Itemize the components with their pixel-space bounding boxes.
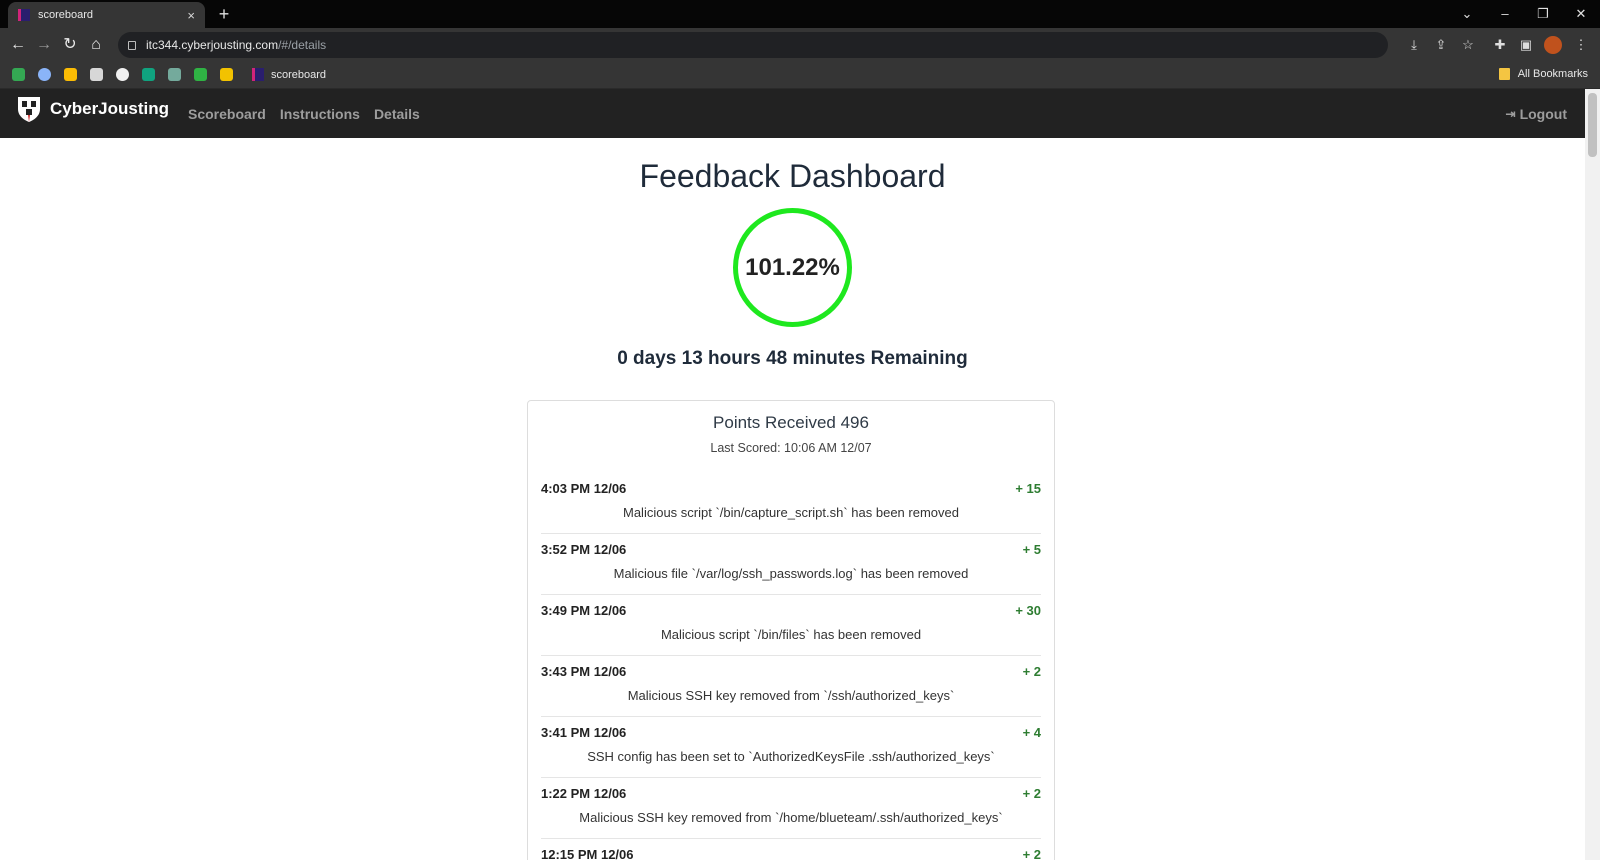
logout-label: Logout [1519, 105, 1567, 122]
tab-title: scoreboard [38, 9, 94, 21]
url-host: itc344.cyberjousting.com [146, 38, 279, 52]
bookmark-icon[interactable] [142, 68, 155, 81]
scoreboard-bookmark-icon [252, 68, 264, 81]
entry-time: 12:15 PM 12/06 [541, 847, 634, 860]
score-percent: 101.22% [745, 253, 840, 281]
sign-out-icon: ⇥ [1505, 106, 1516, 121]
score-entry: 3:49 PM 12/06 + 30 Malicious script `/bi… [541, 595, 1041, 656]
drive-bookmark-icon[interactable] [12, 68, 25, 81]
forward-icon[interactable]: → [34, 35, 54, 55]
score-entry: 3:52 PM 12/06 + 5 Malicious file `/var/l… [541, 534, 1041, 595]
entry-message: Malicious SSH key removed from `/home/bl… [579, 810, 1003, 825]
restore-button[interactable]: ❐ [1524, 0, 1562, 28]
score-entries: 4:03 PM 12/06 + 15 Malicious script `/bi… [528, 473, 1054, 860]
all-bookmarks-label: All Bookmarks [1517, 68, 1588, 80]
score-entry: 3:41 PM 12/06 + 4 SSH config has been se… [541, 717, 1041, 778]
bookmark-star-icon[interactable]: ☆ [1459, 36, 1477, 54]
address-bar-row: ← → ↻ ⌂ itc344.cyberjousting.com /#/deta… [0, 28, 1600, 62]
entry-points: + 15 [1015, 481, 1041, 496]
score-entry: 12:15 PM 12/06 + 2 [541, 839, 1041, 860]
tab-close-icon[interactable]: × [187, 8, 195, 23]
new-tab-button[interactable]: + [213, 4, 235, 24]
score-ring: 101.22% [733, 208, 852, 327]
home-icon[interactable]: ⌂ [86, 35, 106, 55]
bookmark-icon[interactable] [194, 68, 207, 81]
entry-message: Malicious script `/bin/capture_script.sh… [623, 505, 959, 520]
scrollbar-thumb[interactable] [1588, 93, 1597, 157]
points-panel: Points Received 496 Last Scored: 10:06 A… [527, 400, 1055, 860]
score-entry: 3:43 PM 12/06 + 2 Malicious SSH key remo… [541, 656, 1041, 717]
keep-bookmark-icon[interactable] [64, 68, 77, 81]
scoreboard-bookmark[interactable]: scoreboard [271, 69, 326, 81]
entry-points: + 2 [1022, 664, 1041, 679]
entry-time: 3:43 PM 12/06 [541, 664, 627, 679]
entry-time: 1:22 PM 12/06 [541, 786, 627, 801]
bookmark-icon[interactable] [38, 68, 51, 81]
entry-time: 3:52 PM 12/06 [541, 542, 627, 557]
score-entry: 1:22 PM 12/06 + 2 Malicious SSH key remo… [541, 778, 1041, 839]
all-bookmarks-button[interactable]: All Bookmarks [1498, 68, 1588, 80]
entry-time: 4:03 PM 12/06 [541, 481, 627, 496]
browser-tab[interactable]: scoreboard × [8, 2, 205, 28]
entry-points: + 5 [1022, 542, 1041, 557]
url-field[interactable]: itc344.cyberjousting.com /#/details [118, 32, 1388, 58]
window-controls: ⌄ – ❐ ✕ [1448, 0, 1600, 28]
entry-time: 3:41 PM 12/06 [541, 725, 627, 740]
extensions-icon[interactable]: ✚ [1491, 36, 1509, 54]
entry-points: + 4 [1022, 725, 1041, 740]
minimize-button[interactable]: – [1486, 0, 1524, 28]
entry-message: Malicious script `/bin/files` has been r… [660, 627, 922, 642]
logout-button[interactable]: ⇥ Logout [1506, 89, 1567, 138]
url-path: /#/details [278, 38, 327, 52]
lock-icon [128, 40, 136, 50]
last-scored: Last Scored: 10:06 AM 12/07 [710, 441, 872, 455]
site-navbar: CyberJousting Scoreboard Instructions De… [0, 89, 1585, 138]
entry-message: Malicious SSH key removed from `/ssh/aut… [627, 688, 955, 703]
points-received: Points Received 496 [713, 413, 869, 432]
tab-favicon-icon [18, 9, 30, 21]
nav-instructions[interactable]: Instructions [280, 106, 360, 122]
page-title: Feedback Dashboard [639, 158, 946, 194]
brand-name: CyberJousting [50, 99, 170, 118]
brand[interactable]: CyberJousting [16, 95, 169, 123]
page-content: Feedback Dashboard 101.22% 0 days 13 hou… [0, 138, 1585, 860]
back-icon[interactable]: ← [8, 35, 28, 55]
side-panel-icon[interactable]: ▣ [1517, 36, 1535, 54]
entry-points: + 2 [1022, 786, 1041, 801]
entry-time: 3:49 PM 12/06 [541, 603, 627, 618]
github-icon[interactable] [116, 68, 129, 81]
time-remaining: 0 days 13 hours 48 minutes Remaining [617, 348, 968, 369]
nav-links: Scoreboard Instructions Details [188, 89, 434, 138]
score-entry: 4:03 PM 12/06 + 15 Malicious script `/bi… [541, 473, 1041, 534]
nav-scoreboard[interactable]: Scoreboard [188, 106, 266, 122]
bookmarks-bar: scoreboard All Bookmarks [0, 62, 1600, 89]
share-icon[interactable]: ⇪ [1432, 36, 1450, 54]
folder-icon [1498, 68, 1510, 80]
entry-message: SSH config has been set to `AuthorizedKe… [587, 749, 995, 764]
profile-avatar[interactable] [1544, 36, 1562, 54]
bookmark-icon[interactable] [220, 68, 233, 81]
chatgpt-icon[interactable] [168, 68, 181, 81]
page-scrollbar[interactable] [1585, 89, 1600, 860]
shield-logo-icon [18, 97, 40, 122]
install-icon[interactable]: ⤓ [1405, 36, 1423, 54]
reload-icon[interactable]: ↻ [60, 35, 80, 55]
menu-kebab-icon[interactable]: ⋮ [1572, 36, 1590, 54]
entry-message: Malicious file `/var/log/ssh_passwords.l… [613, 566, 969, 581]
bookmark-icon[interactable] [90, 68, 103, 81]
entry-points: + 30 [1015, 603, 1041, 618]
tab-search-icon[interactable]: ⌄ [1448, 0, 1486, 28]
close-window-button[interactable]: ✕ [1562, 0, 1600, 28]
browser-tab-strip: scoreboard × + ⌄ – ❐ ✕ [0, 0, 1600, 28]
nav-details[interactable]: Details [374, 106, 420, 122]
entry-points: + 2 [1022, 847, 1041, 860]
